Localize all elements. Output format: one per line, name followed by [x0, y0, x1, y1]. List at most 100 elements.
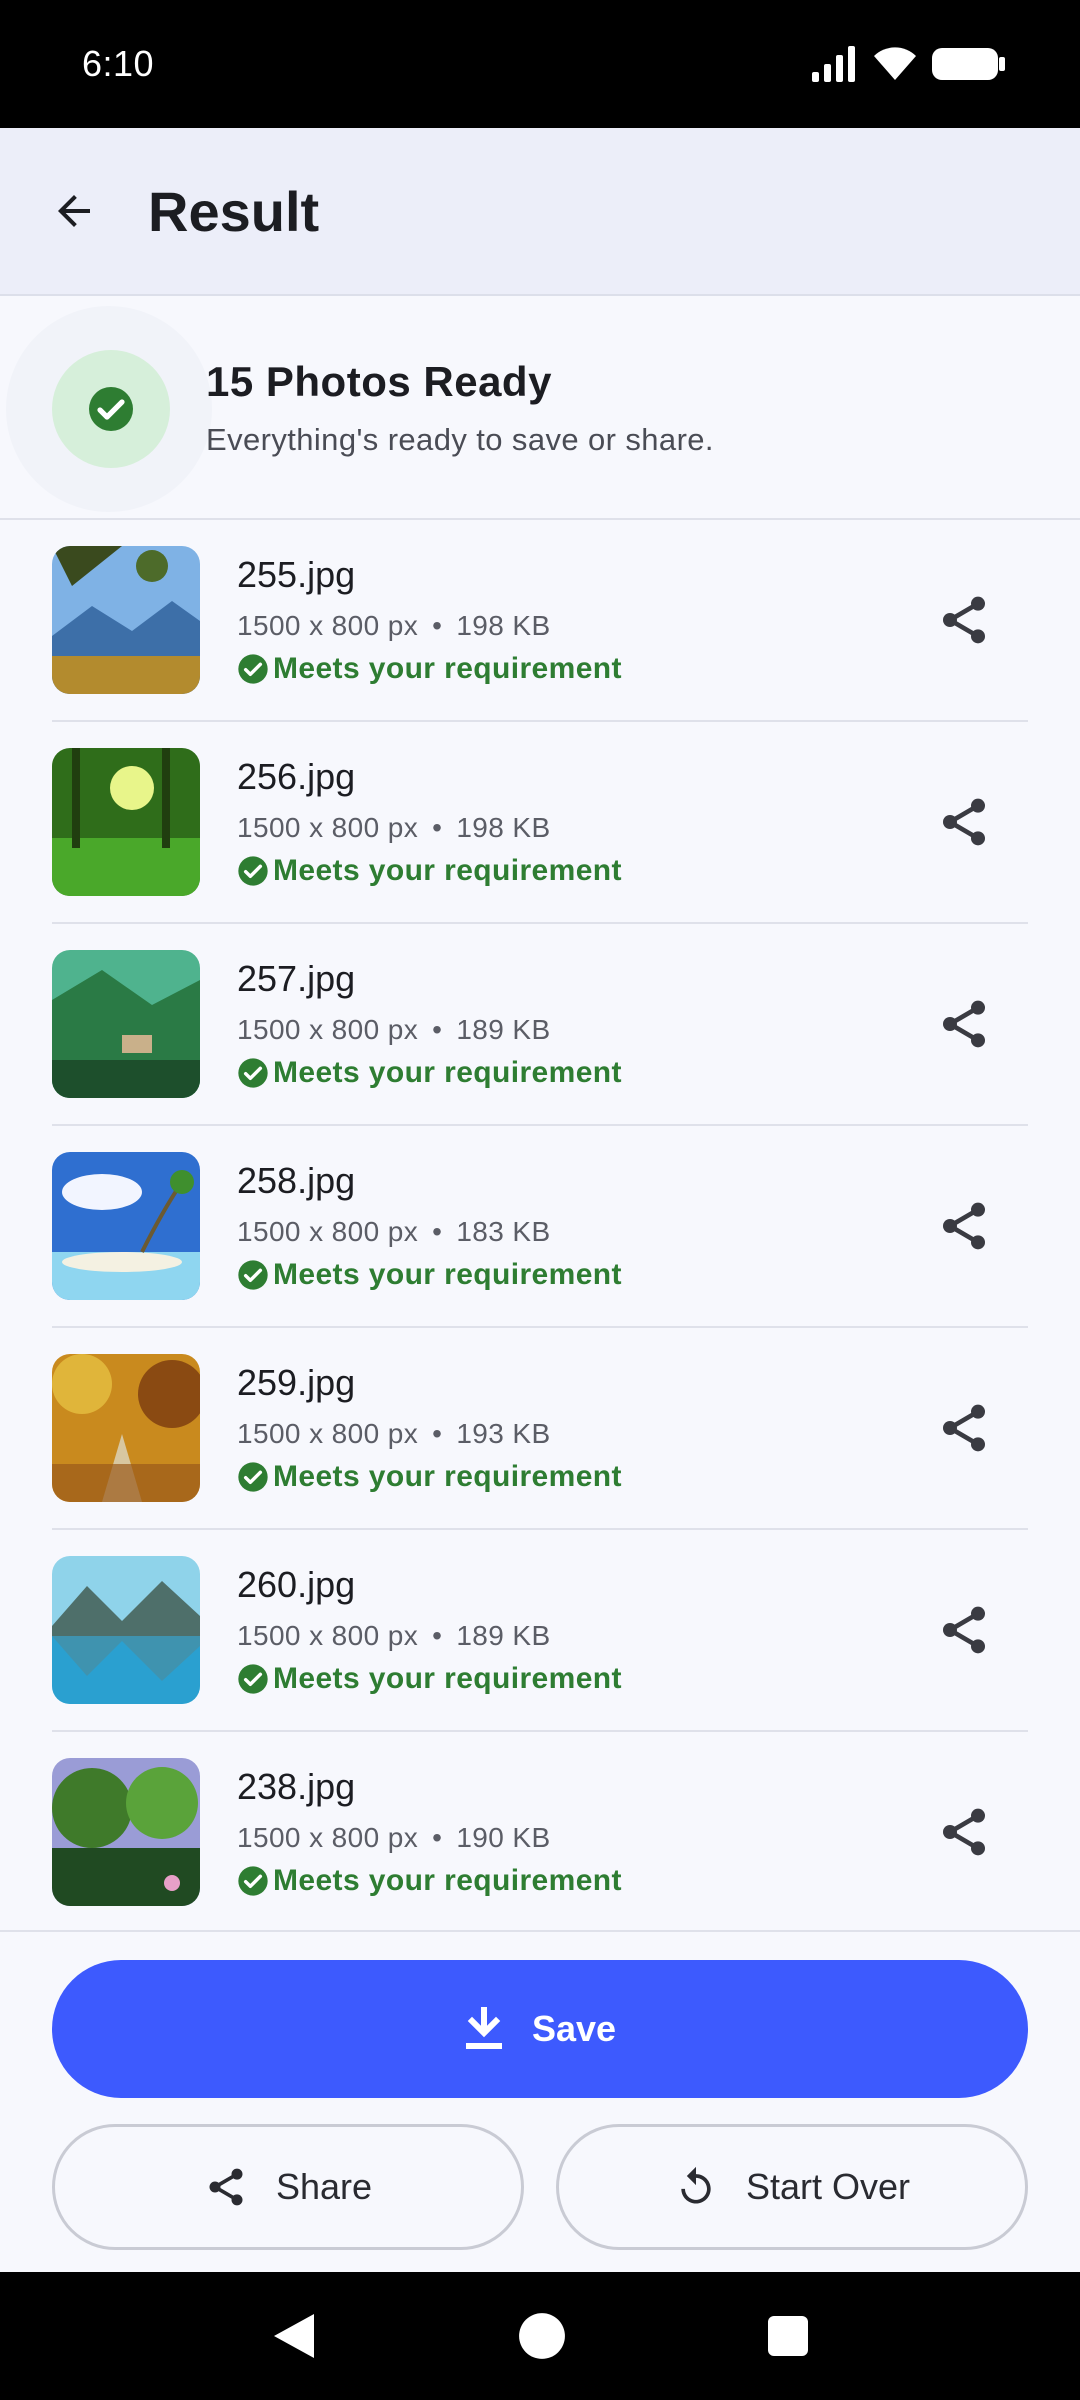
- requirement-status: Meets your requirement: [237, 1864, 622, 1898]
- requirement-label: Meets your requirement: [273, 1864, 622, 1897]
- file-dimensions: 1500 x 800 px: [237, 1822, 419, 1853]
- file-size: 198 KB: [456, 610, 551, 641]
- share-icon: [943, 1404, 985, 1452]
- requirement-label: Meets your requirement: [273, 1056, 622, 1089]
- file-size: 190 KB: [456, 1822, 551, 1853]
- check-circle-icon: [89, 387, 133, 431]
- check-circle-icon: [238, 1260, 268, 1290]
- photo-thumbnail[interactable]: [52, 1152, 200, 1300]
- list-item[interactable]: 259.jpg 1500 x 800 px • 193 KB Meets your …: [52, 1328, 1028, 1530]
- file-size: 193 KB: [456, 1418, 551, 1449]
- file-dimensions: 1500 x 800 px: [237, 1014, 419, 1045]
- share-icon: [943, 1202, 985, 1250]
- requirement-label: Meets your requirement: [273, 1662, 622, 1695]
- summary-subtitle: Everything's ready to save or share.: [206, 422, 714, 457]
- save-button[interactable]: Save: [52, 1960, 1028, 2098]
- share-button[interactable]: [916, 976, 1012, 1072]
- status-bar: 6:10: [0, 0, 1080, 128]
- file-name: 257.jpg: [237, 958, 356, 999]
- share-icon: [943, 1000, 985, 1048]
- share-button[interactable]: [916, 1178, 1012, 1274]
- nav-recents-icon[interactable]: [766, 2314, 810, 2358]
- share-button[interactable]: [916, 1380, 1012, 1476]
- file-name: 255.jpg: [237, 554, 356, 595]
- photo-thumbnail[interactable]: [52, 748, 200, 896]
- share-icon: [943, 596, 985, 644]
- requirement-status: Meets your requirement: [237, 1460, 622, 1494]
- battery-icon: [932, 48, 1005, 80]
- requirement-status: Meets your requirement: [237, 1662, 622, 1696]
- file-dimensions: 1500 x 800 px: [237, 1216, 419, 1247]
- requirement-status: Meets your requirement: [237, 652, 622, 686]
- file-meta: 1500 x 800 px • 198 KB: [237, 610, 622, 642]
- download-icon: [465, 2007, 502, 2049]
- file-size: 183 KB: [456, 1216, 551, 1247]
- requirement-label: Meets your requirement: [273, 1460, 622, 1493]
- file-meta: 1500 x 800 px • 193 KB: [237, 1418, 622, 1450]
- file-dimensions: 1500 x 800 px: [237, 812, 419, 843]
- summary-title: 15 Photos Ready: [206, 358, 552, 405]
- check-circle-icon: [238, 1866, 268, 1896]
- separator-dot: •: [432, 1014, 443, 1045]
- list-item[interactable]: 238.jpg 1500 x 800 px • 190 KB Meets your …: [52, 1732, 1028, 1930]
- start-over-button[interactable]: Start Over: [556, 2124, 1028, 2250]
- check-circle-icon: [238, 654, 268, 684]
- file-name: 238.jpg: [237, 1766, 356, 1807]
- file-meta: 1500 x 800 px • 189 KB: [237, 1620, 622, 1652]
- requirement-status: Meets your requirement: [237, 1056, 622, 1090]
- status-icons: [812, 46, 1006, 82]
- arrow-back-icon: [58, 195, 90, 227]
- file-size: 189 KB: [456, 1620, 551, 1651]
- file-size: 198 KB: [456, 812, 551, 843]
- photo-thumbnail[interactable]: [52, 950, 200, 1098]
- photo-thumbnail[interactable]: [52, 1758, 200, 1906]
- separator-dot: •: [432, 1620, 443, 1651]
- requirement-label: Meets your requirement: [273, 854, 622, 887]
- share-all-button[interactable]: Share: [52, 2124, 524, 2250]
- file-name: 256.jpg: [237, 756, 356, 797]
- share-button[interactable]: [916, 1784, 1012, 1880]
- list-item[interactable]: 255.jpg 1500 x 800 px • 198 KB Meets your …: [52, 520, 1028, 722]
- file-name: 260.jpg: [237, 1564, 356, 1605]
- save-label: Save: [531, 2008, 617, 2049]
- requirement-label: Meets your requirement: [273, 652, 622, 685]
- share-button[interactable]: [916, 1582, 1012, 1678]
- wifi-icon: [874, 47, 916, 80]
- file-dimensions: 1500 x 800 px: [237, 1418, 419, 1449]
- nav-home-icon[interactable]: [517, 2311, 567, 2361]
- separator-dot: •: [432, 1418, 443, 1449]
- requirement-label: Meets your requirement: [273, 1258, 622, 1291]
- photo-thumbnail[interactable]: [52, 546, 200, 694]
- photo-thumbnail[interactable]: [52, 1556, 200, 1704]
- separator-dot: •: [432, 1216, 443, 1247]
- app-bar: Result: [0, 128, 1080, 296]
- check-circle-icon: [238, 856, 268, 886]
- list-item[interactable]: 256.jpg 1500 x 800 px • 198 KB Meets your …: [52, 722, 1028, 924]
- start-over-label: Start Over: [745, 2166, 911, 2207]
- requirement-status: Meets your requirement: [237, 1258, 622, 1292]
- file-dimensions: 1500 x 800 px: [237, 1620, 419, 1651]
- refresh-icon: [681, 2166, 711, 2204]
- status-time: 6:10: [82, 43, 155, 84]
- file-meta: 1500 x 800 px • 198 KB: [237, 812, 622, 844]
- list-item[interactable]: 258.jpg 1500 x 800 px • 183 KB Meets your …: [52, 1126, 1028, 1328]
- photo-list[interactable]: 255.jpg 1500 x 800 px • 198 KB Meets your …: [0, 520, 1080, 1930]
- list-item[interactable]: 260.jpg 1500 x 800 px • 189 KB Meets your …: [52, 1530, 1028, 1732]
- share-button[interactable]: [916, 572, 1012, 668]
- separator-dot: •: [432, 610, 443, 641]
- action-panel: Save Share Start Over: [0, 1930, 1080, 2272]
- file-size: 189 KB: [456, 1014, 551, 1045]
- check-circle-icon: [238, 1664, 268, 1694]
- separator-dot: •: [432, 1822, 443, 1853]
- summary-card: 15 Photos Ready Everything's ready to sa…: [0, 296, 1080, 520]
- share-button[interactable]: [916, 774, 1012, 870]
- back-button[interactable]: [26, 163, 122, 259]
- check-circle-icon: [238, 1058, 268, 1088]
- file-name: 258.jpg: [237, 1160, 356, 1201]
- requirement-status: Meets your requirement: [237, 854, 622, 888]
- nav-back-icon[interactable]: [270, 2310, 318, 2362]
- share-label: Share: [275, 2166, 373, 2207]
- check-circle-icon: [238, 1462, 268, 1492]
- list-item[interactable]: 257.jpg 1500 x 800 px • 189 KB Meets your …: [52, 924, 1028, 1126]
- photo-thumbnail[interactable]: [52, 1354, 200, 1502]
